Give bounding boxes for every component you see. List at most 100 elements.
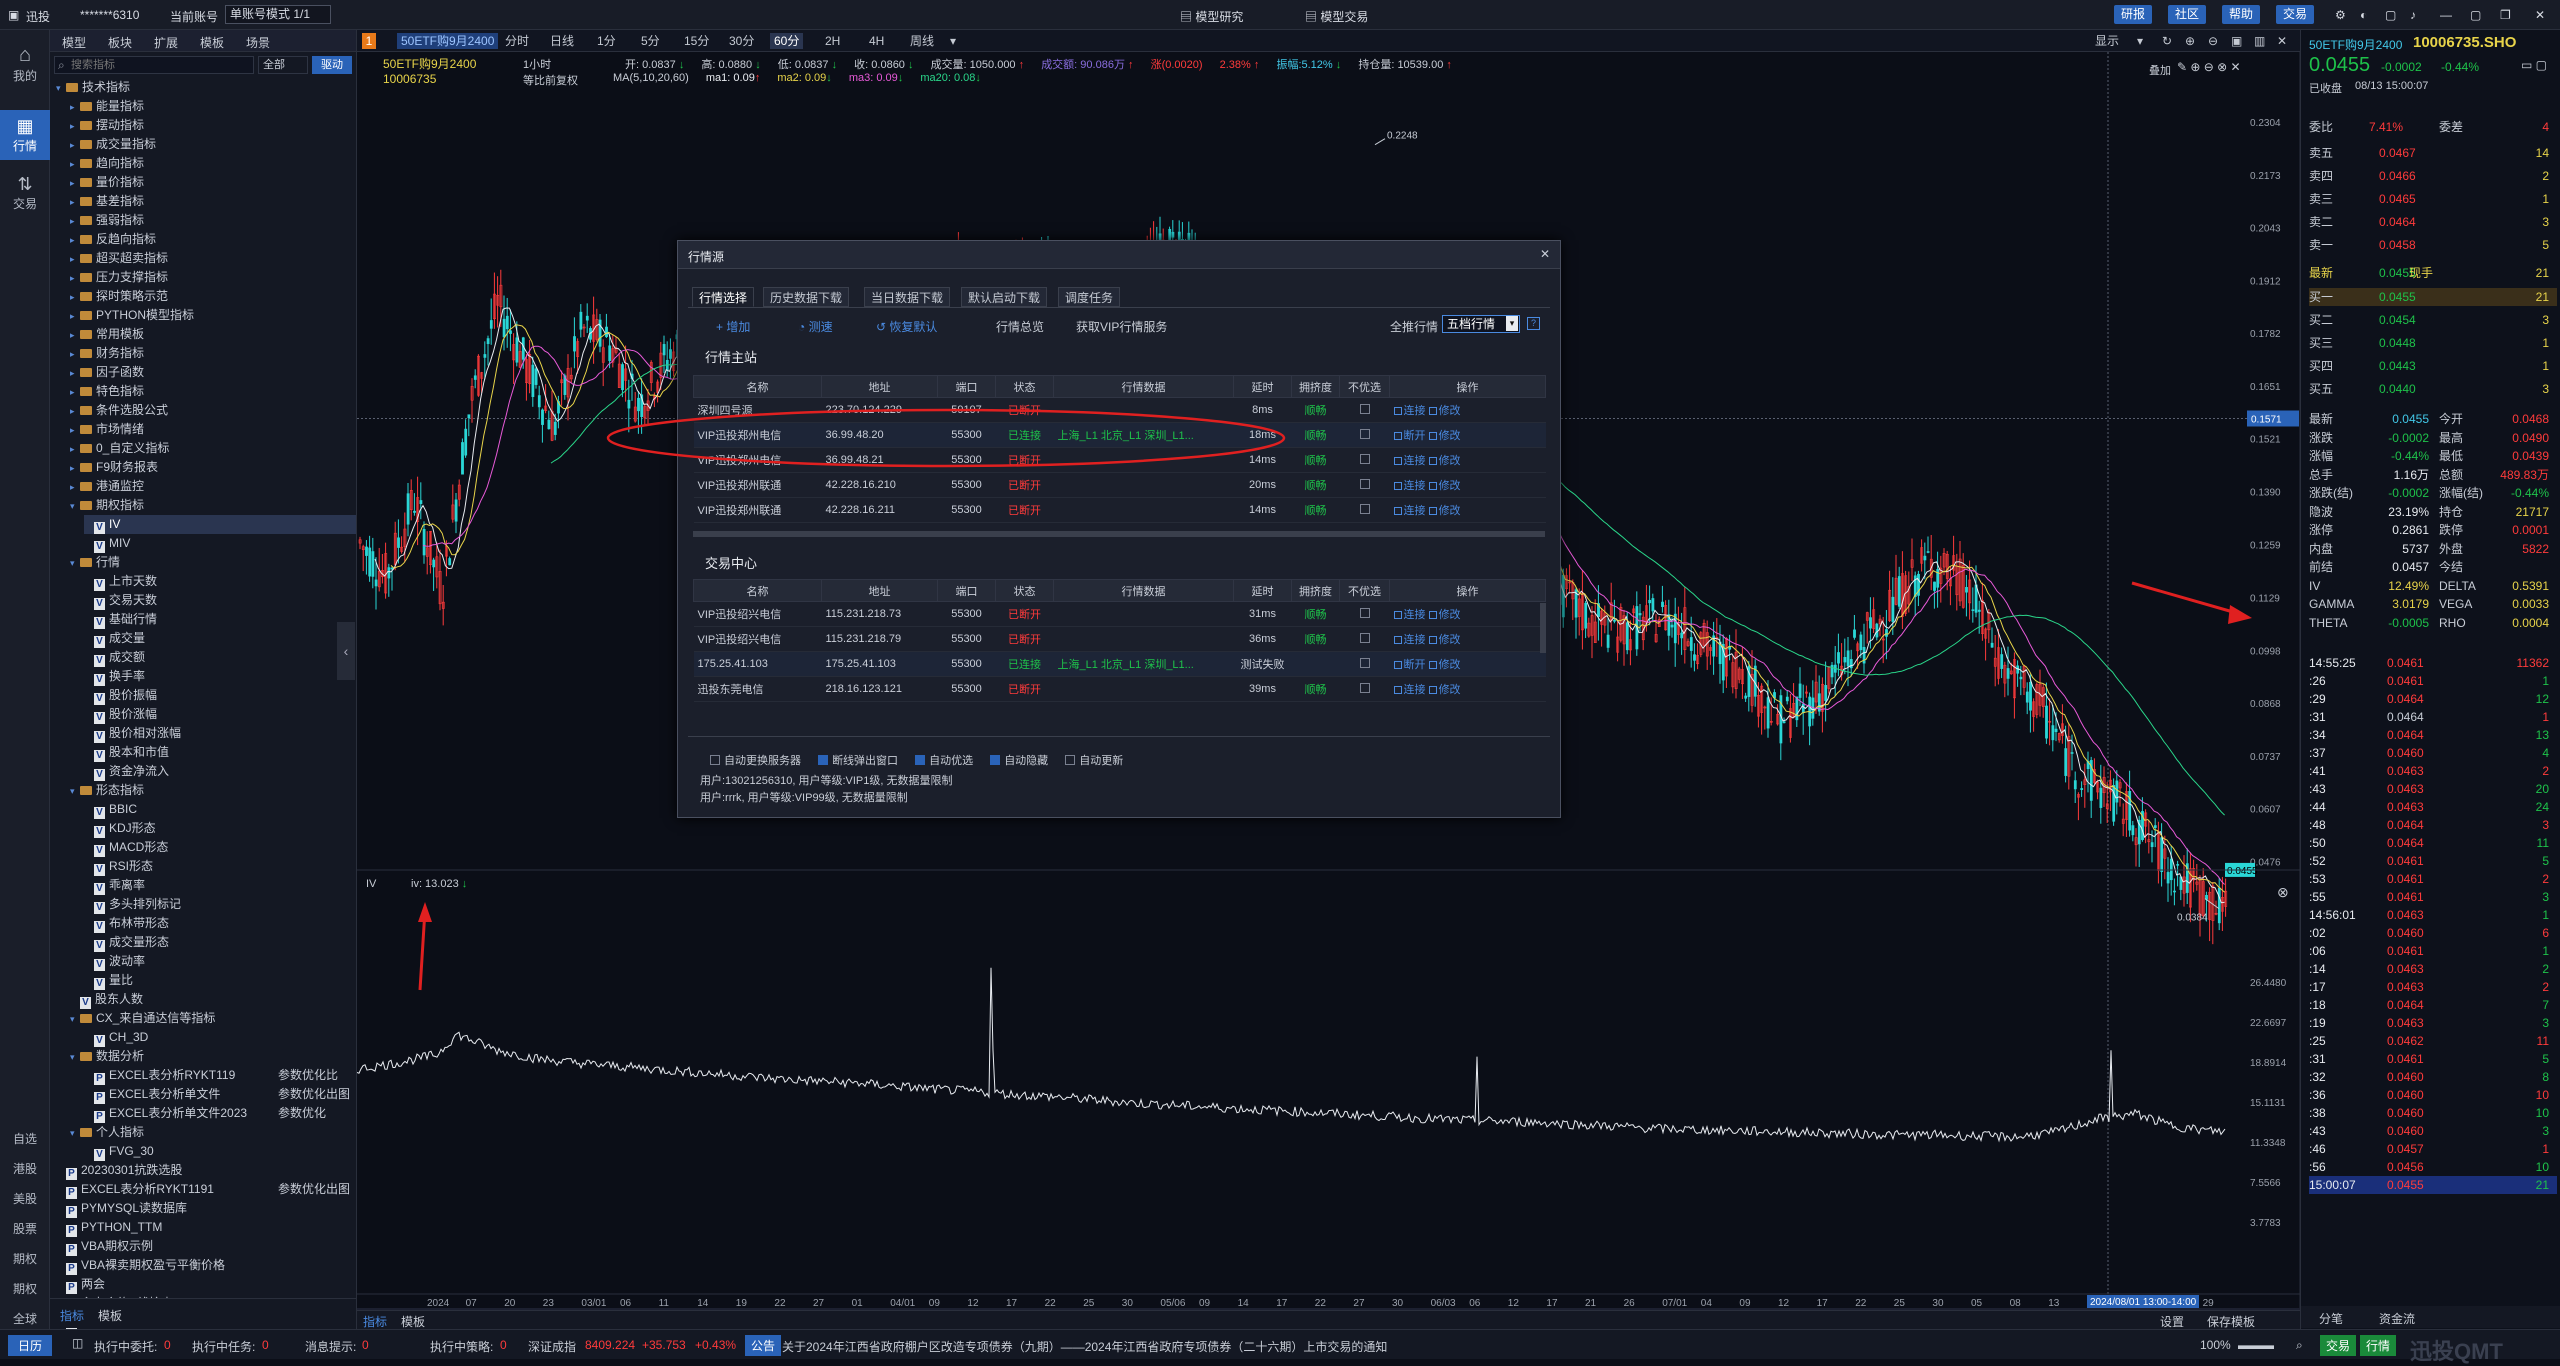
- tree-item[interactable]: P EXCEL表分析单文件2023 参数优化: [84, 1104, 356, 1123]
- tab-4h[interactable]: 4H: [869, 33, 884, 49]
- zoom-out-icon[interactable]: ⊖: [2208, 33, 2218, 49]
- expand-arrow-icon[interactable]: ▸: [70, 478, 80, 497]
- footer-tab-template[interactable]: 模板: [401, 1313, 425, 1330]
- expand-arrow-icon[interactable]: ▸: [70, 402, 80, 421]
- nav-global[interactable]: 全球: [0, 1310, 50, 1330]
- tab-15min[interactable]: 15分: [684, 33, 709, 49]
- tree-item[interactable]: ▾ 期权指标: [70, 496, 356, 515]
- tree-item[interactable]: P PYMYSQL读数据库: [56, 1199, 356, 1218]
- expand-arrow-icon[interactable]: ▸: [70, 98, 80, 117]
- tree-item[interactable]: V 基础行情: [84, 610, 356, 629]
- server-row[interactable]: VIP迅投绍兴电信 115.231.218.73 55300 已断开 31ms 顺畅 连接 …: [693, 601, 1546, 627]
- tree-item[interactable]: V KDJ形态: [84, 819, 356, 838]
- nav-futures[interactable]: 期权: [0, 1250, 50, 1270]
- tab-indicator[interactable]: 指标: [60, 1307, 84, 1324]
- search-input[interactable]: [71, 58, 247, 72]
- tab-1min[interactable]: 1分: [597, 33, 616, 49]
- tree-item[interactable]: ▸ 特色指标: [70, 382, 356, 401]
- opt-auto-update[interactable]: 自动更新: [1065, 755, 1123, 767]
- dtab-default[interactable]: 默认启动下载: [961, 287, 1048, 307]
- tree-item[interactable]: V 交易天数: [84, 591, 356, 610]
- expand-arrow-icon[interactable]: ▾: [70, 1010, 80, 1029]
- tree-item[interactable]: V RSI形态: [84, 857, 356, 876]
- tree-item[interactable]: V 波动率: [84, 952, 356, 971]
- notice-badge[interactable]: 公告: [745, 1335, 782, 1356]
- tab-template[interactable]: 模板: [200, 34, 224, 51]
- tree-item[interactable]: V MIV: [84, 534, 356, 553]
- expand-arrow-icon[interactable]: ▸: [70, 440, 80, 459]
- tree-item[interactable]: V BBIC: [84, 800, 356, 819]
- connect-button[interactable]: 连接: [1404, 480, 1426, 492]
- filter-button[interactable]: 驱动: [312, 56, 352, 74]
- expand-arrow-icon[interactable]: ▾: [70, 1124, 80, 1143]
- table-header[interactable]: 操作: [1389, 375, 1546, 398]
- tree-item[interactable]: ▸ 港通监控: [70, 477, 356, 496]
- lock-icon[interactable]: ▢: [2385, 8, 2396, 22]
- bell-icon[interactable]: ♪: [2410, 8, 2416, 22]
- footer-settings[interactable]: 设置: [2160, 1313, 2184, 1330]
- no-prefer-checkbox[interactable]: [1359, 504, 1370, 514]
- table-header[interactable]: 行情数据: [1053, 375, 1234, 398]
- expand-arrow-icon[interactable]: ▾: [70, 1048, 80, 1067]
- server-row[interactable]: 深圳四号源 223.70.124.229 59107 已断开 8ms 顺畅 连接 修改: [693, 397, 1546, 423]
- add-button[interactable]: + 增加: [716, 318, 750, 335]
- tree-item[interactable]: ▸ 条件选股公式: [70, 401, 356, 420]
- server-row[interactable]: 175.25.41.103 175.25.41.103 55300 已连接 上海_L1 …: [693, 651, 1546, 677]
- nav-trade[interactable]: ⇅ 交易: [0, 170, 50, 220]
- tree-item[interactable]: ▸ 超买超卖指标: [70, 249, 356, 268]
- tree-item[interactable]: ▸ 财务指标: [70, 344, 356, 363]
- table-header[interactable]: 端口: [937, 375, 996, 398]
- help-button[interactable]: 帮助: [2222, 5, 2261, 24]
- expand-arrow-icon[interactable]: ▸: [70, 383, 80, 402]
- edit-button[interactable]: 修改: [1439, 505, 1461, 517]
- edit-button[interactable]: 修改: [1439, 659, 1461, 671]
- table-header[interactable]: 端口: [937, 579, 996, 602]
- no-prefer-checkbox[interactable]: [1359, 683, 1370, 693]
- v-scrollbar[interactable]: [1540, 603, 1546, 653]
- zoom-in-icon[interactable]: ⊕: [2185, 33, 2195, 49]
- edit-button[interactable]: 修改: [1439, 480, 1461, 492]
- tree-item[interactable]: V 多头排列标记: [84, 895, 356, 914]
- connect-button[interactable]: 连接: [1404, 505, 1426, 517]
- tree-item[interactable]: ▸ 因子函数: [70, 363, 356, 382]
- tree-item[interactable]: ▾ 行情: [70, 553, 356, 572]
- expand-arrow-icon[interactable]: ▾: [70, 497, 80, 516]
- table-header[interactable]: 行情数据: [1053, 579, 1234, 602]
- research-report-button[interactable]: 研报: [2114, 5, 2153, 24]
- tree-item[interactable]: P VBA期权示例: [56, 1237, 356, 1256]
- zoom-level[interactable]: 100%: [2200, 1338, 2231, 1352]
- tree-item[interactable]: ▾ 技术指标: [56, 78, 356, 97]
- mode-select[interactable]: 单账号模式 1/1: [225, 5, 332, 24]
- overview-link[interactable]: 行情总览: [996, 318, 1044, 335]
- expand-arrow-icon[interactable]: ▸: [70, 421, 80, 440]
- tree-item[interactable]: P VBA裸卖期权盈亏平衡价格: [56, 1256, 356, 1275]
- expand-arrow-icon[interactable]: ▸: [70, 307, 80, 326]
- tree-item[interactable]: V 资金净流入: [84, 762, 356, 781]
- maximize-icon[interactable]: ▢: [2470, 8, 2481, 22]
- tree-item[interactable]: V CH_3D: [84, 1028, 356, 1047]
- tab-60min[interactable]: 60分: [770, 33, 804, 49]
- dtab-history[interactable]: 历史数据下载: [763, 287, 850, 307]
- tree-item[interactable]: V 量比: [84, 971, 356, 990]
- tree-item[interactable]: V 股价振幅: [84, 686, 356, 705]
- server-row[interactable]: 迅投东莞电信 218.16.123.121 55300 已断开 39ms 顺畅 连接 修改: [693, 676, 1546, 702]
- server-row[interactable]: VIP迅投郑州联通 42.228.16.211 55300 已断开 14ms 顺畅 连接 修…: [693, 497, 1546, 523]
- quote-icons[interactable]: ▭ ▢: [2521, 58, 2547, 72]
- no-prefer-checkbox[interactable]: [1359, 479, 1370, 489]
- expand-arrow-icon[interactable]: ▸: [70, 364, 80, 383]
- expand-arrow-icon[interactable]: ▸: [70, 288, 80, 307]
- connect-button[interactable]: 断开: [1404, 430, 1426, 442]
- display-chevron-icon[interactable]: ▾: [2137, 33, 2143, 49]
- dtab-today[interactable]: 当日数据下载: [864, 287, 951, 307]
- server-row[interactable]: VIP迅投郑州联通 42.228.16.210 55300 已断开 20ms 顺畅 连接 修…: [693, 472, 1546, 498]
- table-header[interactable]: 拥挤度: [1291, 579, 1340, 602]
- connect-button[interactable]: 连接: [1404, 455, 1426, 467]
- search-box[interactable]: ⌕: [54, 56, 254, 74]
- no-prefer-checkbox[interactable]: [1359, 404, 1370, 414]
- tree-item[interactable]: ▾ CX_来自通达信等指标: [70, 1009, 356, 1028]
- table-header[interactable]: 名称: [693, 375, 822, 398]
- table-header[interactable]: 状态: [995, 375, 1054, 398]
- help-icon[interactable]: ?: [1527, 317, 1540, 330]
- table-header[interactable]: 地址: [821, 375, 938, 398]
- tree-item[interactable]: P EXCEL表分析RYKT119 参数优化比: [84, 1066, 356, 1085]
